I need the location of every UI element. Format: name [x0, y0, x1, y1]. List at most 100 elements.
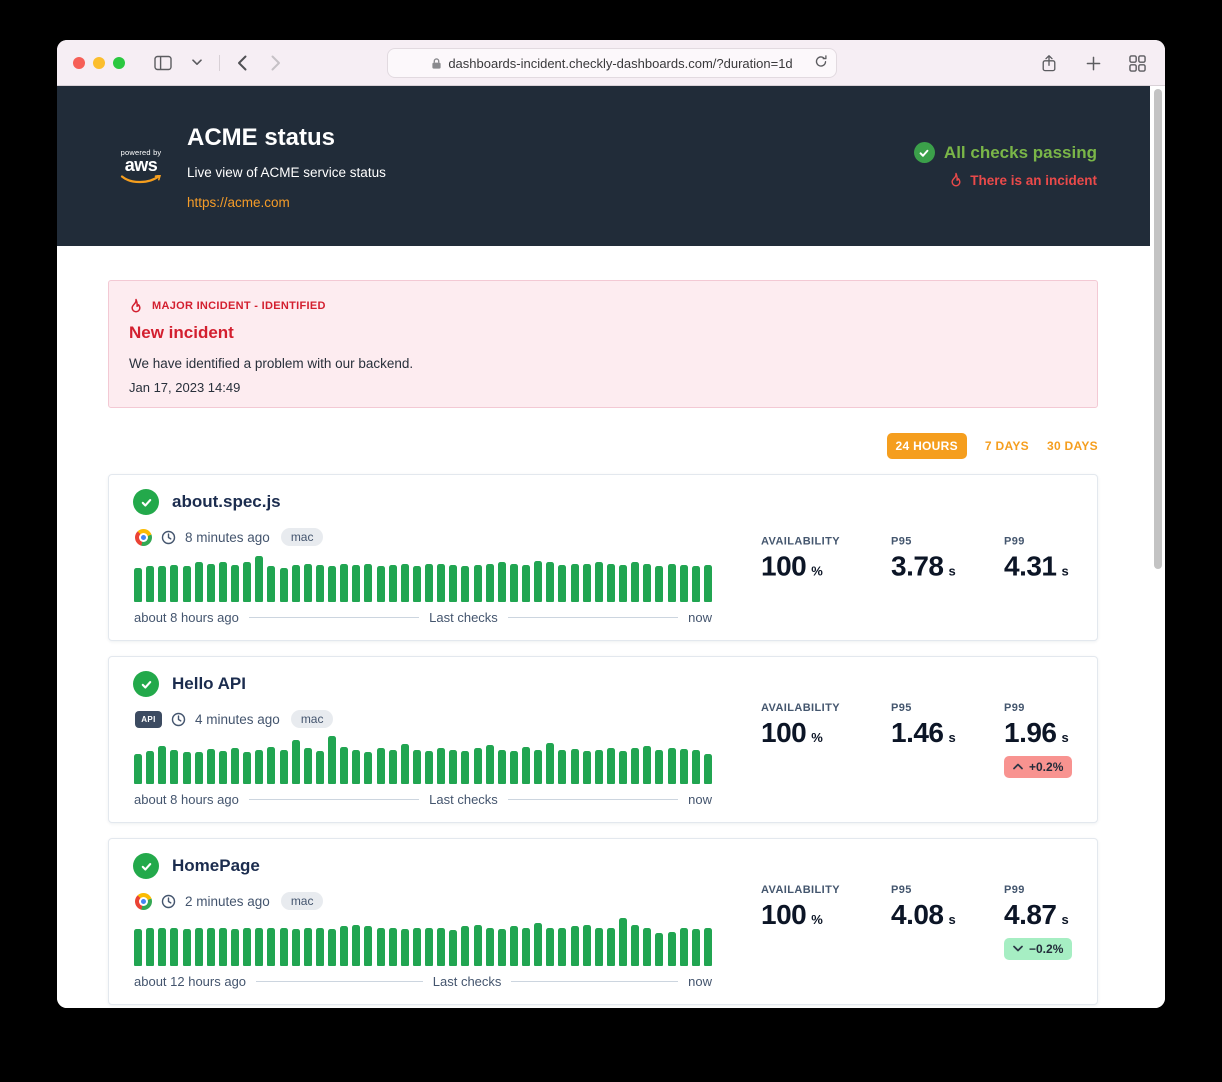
sidebar-icon[interactable] [151, 51, 175, 75]
check-result-bar [183, 752, 191, 784]
check-result-bar [619, 918, 627, 966]
check-result-bar [437, 564, 445, 602]
tab-30-days[interactable]: 30 DAYS [1047, 439, 1098, 453]
p99-unit: s [1062, 912, 1069, 927]
check-result-bar [571, 749, 579, 784]
tab-overview-icon[interactable] [1125, 51, 1149, 75]
new-tab-icon[interactable] [1081, 51, 1105, 75]
back-button[interactable] [230, 51, 254, 75]
check-passing-icon [133, 671, 159, 697]
availability-label: AVAILABILITY [761, 535, 891, 547]
check-result-bar [486, 745, 494, 784]
chart-axis-line [508, 799, 678, 800]
check-result-bar [292, 929, 300, 966]
check-result-bar [437, 748, 445, 784]
chart-mid-label: Last checks [429, 610, 498, 625]
aws-logo: powered by aws [115, 148, 167, 191]
check-result-bar [668, 564, 676, 602]
check-result-bar [692, 929, 700, 966]
lock-icon [431, 57, 442, 70]
forward-button[interactable] [264, 51, 288, 75]
check-result-bar [328, 736, 336, 784]
check-result-bar [243, 752, 251, 784]
p95-value: 4.08 [891, 901, 944, 929]
availability-unit: % [811, 912, 823, 927]
check-result-bar [328, 929, 336, 966]
zoom-window-button[interactable] [113, 57, 125, 69]
check-result-bar [146, 566, 154, 602]
check-passing-icon [133, 489, 159, 515]
check-result-bar [352, 565, 360, 602]
check-result-bar [425, 564, 433, 602]
check-result-bar [413, 750, 421, 784]
check-result-bar [170, 565, 178, 602]
availability-label: AVAILABILITY [761, 884, 891, 896]
availability-value: 100 [761, 901, 806, 929]
scrollbar-thumb[interactable] [1154, 89, 1162, 569]
check-result-bar [474, 565, 482, 602]
chevron-down-icon[interactable] [185, 51, 209, 75]
check-passing-icon [133, 853, 159, 879]
incident-link[interactable]: There is an incident [949, 172, 1097, 188]
check-result-bar [316, 565, 324, 602]
check-result-bar [704, 928, 712, 966]
check-result-bar [195, 752, 203, 784]
page-content: powered by aws ACME status Live view of … [57, 86, 1165, 1008]
check-result-bar [183, 929, 191, 966]
check-result-bar [668, 932, 676, 966]
check-result-bar [558, 565, 566, 602]
p95-label: P95 [891, 884, 1004, 896]
chart-axis-line [256, 981, 423, 982]
p95-label: P95 [891, 702, 1004, 714]
check-result-bar [267, 747, 275, 784]
check-result-bar [316, 928, 324, 966]
minimize-window-button[interactable] [93, 57, 105, 69]
check-result-bar [292, 565, 300, 602]
check-result-bar [631, 748, 639, 784]
site-link[interactable]: https://acme.com [187, 195, 290, 210]
chart-start-label: about 8 hours ago [134, 610, 239, 625]
clock-icon [161, 894, 176, 909]
availability-unit: % [811, 730, 823, 745]
tab-7-days[interactable]: 7 DAYS [985, 439, 1029, 453]
check-result-bar [534, 561, 542, 602]
url-text: dashboards-incident.checkly-dashboards.c… [448, 56, 792, 71]
check-result-bar [449, 930, 457, 966]
p99-trend-value: +0.2% [1029, 760, 1063, 774]
reload-icon[interactable] [814, 54, 828, 72]
check-result-bar [425, 928, 433, 966]
check-result-bar [655, 750, 663, 784]
check-result-bar [510, 926, 518, 966]
check-result-bar [510, 564, 518, 602]
p99-value: 4.87 [1004, 901, 1057, 929]
check-result-bar [643, 746, 651, 784]
close-window-button[interactable] [73, 57, 85, 69]
all-checks-passing-label: All checks passing [944, 143, 1097, 163]
check-result-bar [583, 564, 591, 602]
check-result-bar [170, 750, 178, 784]
check-result-bar [158, 928, 166, 966]
check-result-bar [267, 566, 275, 602]
chart-start-label: about 8 hours ago [134, 792, 239, 807]
check-card-about-spec-js: about.spec.js 8 minutes ago mac about 8 … [108, 474, 1098, 641]
check-result-bar [207, 928, 215, 966]
check-result-bar [243, 928, 251, 966]
check-result-bar [146, 928, 154, 966]
share-icon[interactable] [1037, 51, 1061, 75]
incident-title: New incident [129, 323, 1077, 343]
last-run-time: 4 minutes ago [195, 712, 280, 727]
check-result-bar [425, 751, 433, 784]
check-result-bar [655, 933, 663, 966]
p95-unit: s [949, 912, 956, 927]
availability-value: 100 [761, 552, 806, 580]
check-result-bar [304, 564, 312, 602]
check-result-bar [680, 749, 688, 784]
check-result-bar [267, 928, 275, 966]
p95-value: 1.46 [891, 719, 944, 747]
check-result-bar [571, 564, 579, 602]
flame-icon [129, 298, 143, 314]
address-bar[interactable]: dashboards-incident.checkly-dashboards.c… [387, 48, 837, 78]
check-result-bar [619, 565, 627, 602]
tab-24-hours[interactable]: 24 HOURS [887, 433, 967, 459]
check-result-bar [413, 928, 421, 966]
